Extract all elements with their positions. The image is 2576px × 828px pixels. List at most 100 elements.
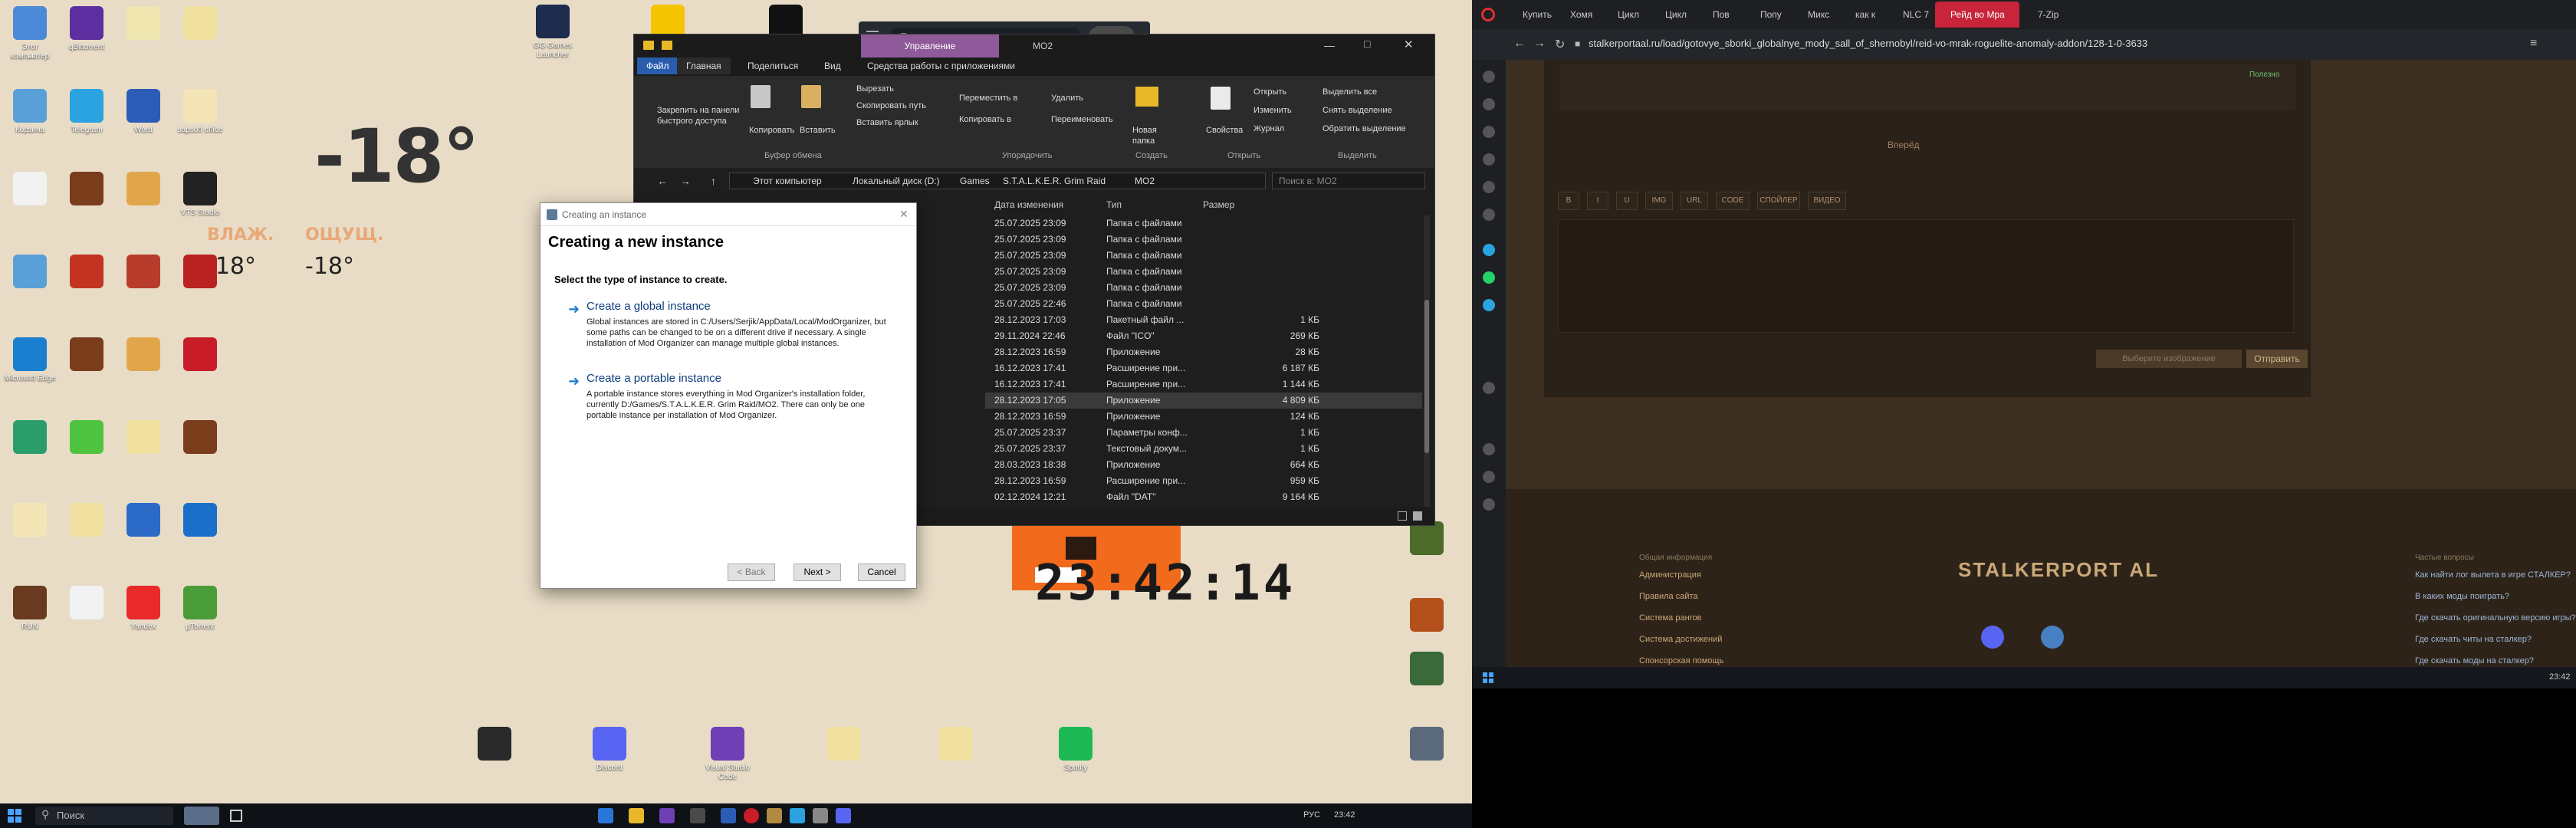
browser-tab[interactable]: 7-Zip	[2022, 2, 2067, 28]
desktop-icon[interactable]	[117, 420, 170, 457]
url-bar[interactable]: stalkerportaal.ru/load/gotovye_sborki_gl…	[1589, 38, 2147, 49]
open-button[interactable]: Открыть	[1254, 87, 1286, 97]
pin-quick-access-button[interactable]: Закрепить на панели быстрого доступа	[657, 105, 743, 127]
menu-icon[interactable]	[866, 31, 879, 32]
desktop-icon[interactable]: Microsoft Edge	[3, 337, 57, 383]
table-row[interactable]: 28.03.2023 18:38 Приложение 664 КБ	[985, 457, 1422, 473]
word-taskbar-icon[interactable]	[721, 808, 736, 823]
vscode-taskbar-icon[interactable]	[659, 808, 675, 823]
editor-button[interactable]: CODE	[1716, 192, 1750, 210]
messenger-icon[interactable]	[1483, 244, 1495, 256]
paste-button[interactable]: Вставить	[800, 125, 836, 136]
sidebar-icon[interactable]	[1483, 209, 1495, 221]
browser-tab[interactable]: NLC 7	[1888, 2, 1932, 28]
whatsapp-icon[interactable]	[1483, 271, 1495, 284]
helpful-badge[interactable]: Полезно	[2249, 71, 2279, 79]
properties-button[interactable]: Свойства	[1206, 125, 1243, 136]
site-logo[interactable]: STALKERPORT AL	[1958, 558, 2159, 582]
choose-image-button[interactable]: Выберите изображение	[2096, 350, 2242, 368]
table-row[interactable]: 25.07.2025 23:09 Папка с файлами	[985, 232, 1422, 248]
tiles-view-icon[interactable]	[1413, 511, 1422, 521]
desktop-icon[interactable]	[468, 727, 521, 764]
faq-link[interactable]: Где скачать читы на сталкер?	[2415, 635, 2532, 644]
copy-button[interactable]: Копировать	[749, 125, 794, 136]
desktop-icon[interactable]: Visual Studio Code	[701, 727, 754, 782]
invert-selection-button[interactable]: Обратить выделение	[1322, 123, 1406, 134]
desktop-icon[interactable]: Yandex	[117, 586, 170, 632]
table-row[interactable]: 29.11.2024 22:46 Файл "ICO" 269 КБ	[985, 328, 1422, 344]
explorer-taskbar-icon[interactable]	[629, 808, 644, 823]
breadcrumb[interactable]: Этот компьютер Локальный диск (D:) Games…	[729, 172, 1266, 189]
desktop-icon[interactable]	[117, 172, 170, 209]
details-view-icon[interactable]	[1398, 511, 1407, 521]
tab-home[interactable]: Главная	[677, 58, 731, 74]
cancel-button[interactable]: Cancel	[858, 564, 905, 581]
table-row[interactable]: 16.12.2023 17:41 Расширение при... 1 144 К…	[985, 376, 1422, 393]
editor-button[interactable]: U	[1616, 192, 1638, 210]
telegram-icon[interactable]	[1483, 299, 1495, 311]
app-taskbar-icon[interactable]	[767, 808, 782, 823]
desktop-icon[interactable]: Spotify	[1049, 727, 1102, 773]
settings-icon[interactable]	[1483, 498, 1495, 511]
cut-button[interactable]: Вырезать	[856, 84, 894, 94]
browser-tab[interactable]: Цикл	[1650, 2, 1694, 28]
back-button[interactable]: < Back	[728, 564, 775, 581]
browser-tab[interactable]: как к	[1840, 2, 1884, 28]
sidebar-icon[interactable]	[1483, 471, 1495, 483]
footer-link[interactable]: Спонсорская помощь	[1639, 656, 1723, 665]
comment-textarea[interactable]	[1558, 219, 2294, 333]
sidebar-icon[interactable]	[1483, 98, 1495, 110]
faq-link[interactable]: Где скачать оригинальную версию игры?	[2415, 613, 2576, 623]
telegram-taskbar-icon[interactable]	[790, 808, 805, 823]
table-row[interactable]: 28.12.2023 16:59 Расширение при... 959 КБ	[985, 473, 1422, 489]
minimize-button[interactable]: —	[1324, 39, 1335, 51]
desktop-icon[interactable]: Word	[117, 89, 170, 135]
desktop-icon[interactable]: Discord	[583, 727, 636, 773]
table-row[interactable]: 28.12.2023 16:59 Приложение 28 КБ	[985, 344, 1422, 360]
tab-view[interactable]: Вид	[815, 58, 850, 74]
reload-icon[interactable]: ↻	[1555, 37, 1565, 52]
breadcrumb-item[interactable]: Этот компьютер	[753, 176, 822, 186]
app-taskbar-icon[interactable]	[813, 808, 828, 823]
history-icon[interactable]	[1483, 443, 1495, 455]
faq-link[interactable]: Как найти лог вылета в игре СТАЛКЕР?	[2415, 570, 2571, 580]
close-icon[interactable]: ✕	[899, 208, 909, 221]
table-row[interactable]: 25.07.2025 22:46 Папка с файлами	[985, 296, 1422, 312]
browser-tab[interactable]: Цикл	[1602, 2, 1647, 28]
browser-tab[interactable]: Купить	[1507, 2, 1552, 28]
select-all-button[interactable]: Выделить все	[1322, 87, 1377, 97]
sidebar-icon[interactable]	[1483, 382, 1495, 394]
new-folder-button[interactable]: Новая папка	[1132, 125, 1163, 146]
paste-shortcut-button[interactable]: Вставить ярлык	[856, 117, 918, 128]
edge-taskbar-icon[interactable]	[598, 808, 613, 823]
edit-button[interactable]: Изменить	[1254, 105, 1292, 116]
desktop-icon[interactable]: µTorrent	[173, 586, 227, 632]
desktop-icon[interactable]	[173, 337, 227, 374]
taskbar-clock[interactable]: 23:42	[2549, 672, 2571, 682]
desktop-icon[interactable]: Корзина	[3, 89, 57, 135]
desktop-icon[interactable]: sapsoft office	[173, 89, 227, 135]
taskbar-search[interactable]: ⚲ Поиск	[35, 807, 173, 825]
footer-link[interactable]: Система рангов	[1639, 613, 1701, 623]
sidebar-icon[interactable]	[1483, 71, 1495, 83]
desktop-icon[interactable]	[117, 503, 170, 540]
sidebar-icon[interactable]	[1483, 181, 1495, 193]
desktop-icon[interactable]	[1400, 727, 1454, 764]
table-row[interactable]: 25.07.2025 23:37 Параметры конф... 1 КБ	[985, 425, 1422, 441]
widgets-icon[interactable]	[184, 807, 219, 825]
desktop-icon[interactable]	[117, 6, 170, 43]
select-none-button[interactable]: Снять выделение	[1322, 105, 1392, 116]
desktop-icon[interactable]	[117, 337, 170, 374]
desktop-icon[interactable]	[929, 727, 983, 764]
copy-path-button[interactable]: Скопировать путь	[856, 100, 926, 111]
desktop-icon[interactable]	[60, 586, 113, 623]
browser-tab[interactable]: Хомя	[1555, 2, 1599, 28]
browser-tab[interactable]: Рейд во Мра	[1935, 2, 2019, 28]
create-global-instance-link[interactable]: Create a global instance	[586, 300, 711, 313]
forward-arrow-icon[interactable]: →	[680, 175, 691, 187]
menu-icon[interactable]: ≡	[2530, 37, 2537, 51]
discord-icon[interactable]	[1981, 626, 2004, 649]
sidebar-icon[interactable]	[1483, 126, 1495, 138]
rename-button[interactable]: Переименовать	[1051, 114, 1113, 125]
desktop-icon[interactable]	[1400, 521, 1454, 558]
